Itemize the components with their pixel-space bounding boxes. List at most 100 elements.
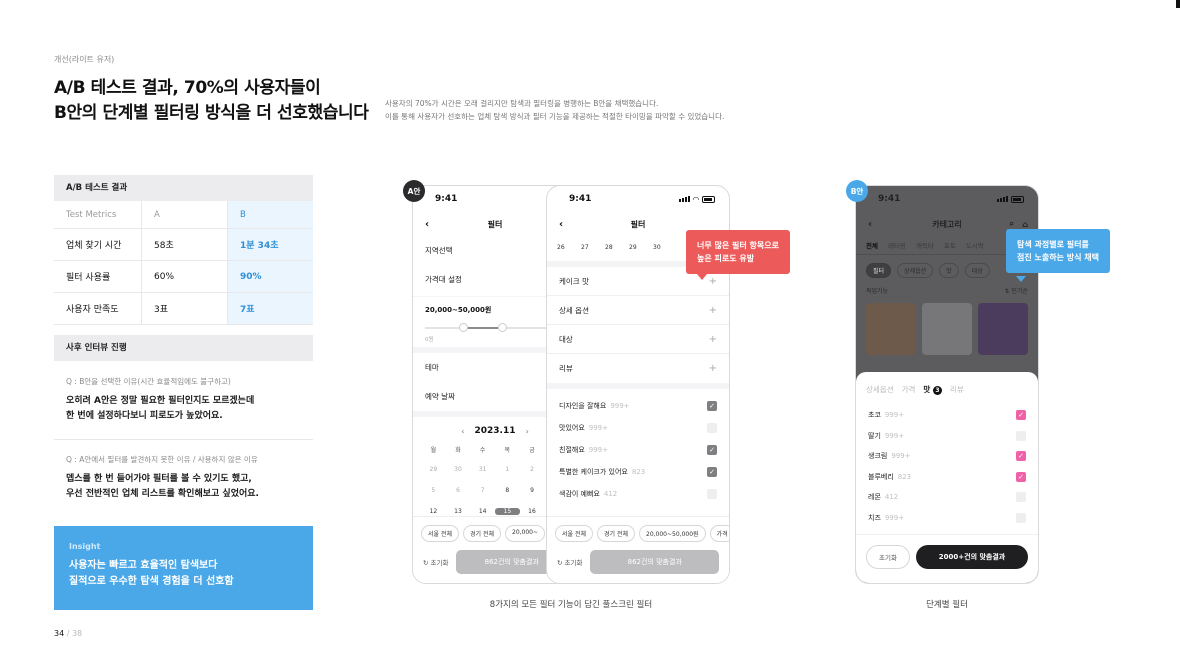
col-a: A xyxy=(141,201,227,228)
chip[interactable]: 상세옵션 xyxy=(897,263,934,278)
page-description: 사용자의 70%가 시간은 오래 걸리지만 탐색과 필터링을 병행하는 B안을 … xyxy=(385,99,725,121)
signal-icon xyxy=(678,196,690,202)
review-option[interactable]: 디자인을 잘해요 999+ ✓ xyxy=(547,395,729,417)
insight-box: Insight 사용자는 빠르고 효율적인 탐색보다 질적으로 우수한 탐색 경… xyxy=(54,526,313,610)
answer-line: 오히려 A안은 정말 필요한 필터인지도 모르겠는데 xyxy=(66,396,255,406)
sheet-tab[interactable]: 리뷰 xyxy=(950,384,964,395)
plus-icon: + xyxy=(708,304,717,316)
chip[interactable]: 서울 전체 xyxy=(555,525,593,542)
chip[interactable]: 대상 xyxy=(964,263,990,278)
tab[interactable]: 전체 xyxy=(866,240,878,250)
search-icon[interactable]: ⌕ xyxy=(1010,219,1014,229)
tab[interactable]: 도시락 xyxy=(966,240,984,250)
results-table: Test Metrics A B 업체 찾기 시간 58초 1분 34초 필터 … xyxy=(54,201,313,325)
insight-line: 질적으로 우수한 탐색 경험을 더 선호함 xyxy=(69,576,234,587)
price-slider[interactable] xyxy=(425,321,565,335)
product-thumb[interactable] xyxy=(866,303,916,355)
table-row: 업체 찾기 시간 58초 1분 34초 xyxy=(54,229,313,261)
flavor-option[interactable]: 생크림 999+ ✓ xyxy=(856,446,1038,467)
b-cell: 90% xyxy=(227,261,313,292)
apply-button[interactable]: 862건의 맞춤결과 xyxy=(590,550,719,574)
nav-title: 카테고리 xyxy=(932,219,962,229)
checkbox[interactable] xyxy=(707,489,717,499)
interview-item: Q : A안에서 필터를 발견하지 못한 이유 / 사용하지 않은 이유 뎁스를… xyxy=(66,454,306,502)
review-option[interactable]: 맛있어요 999+ xyxy=(547,417,729,439)
wifi-icon: ◠ xyxy=(692,194,699,204)
callout-b: 탐색 과정별로 필터를 점진 노출하는 방식 채택 xyxy=(1006,229,1110,273)
question: Q : A안에서 필터를 발견하지 못한 이유 / 사용하지 않은 이유 xyxy=(66,455,258,464)
variant-b-badge: B안 xyxy=(846,180,868,202)
filter-target[interactable]: 대상 + xyxy=(547,325,729,354)
filter-review[interactable]: 리뷰 + xyxy=(547,354,729,383)
flavor-option[interactable]: 블루베리 823 ✓ xyxy=(856,467,1038,488)
divider xyxy=(54,439,313,440)
tab[interactable]: 캐릭터 xyxy=(916,240,934,250)
chip[interactable]: 경기 전체 xyxy=(597,525,635,542)
checkbox[interactable] xyxy=(1016,492,1026,503)
battery-icon xyxy=(1011,195,1024,203)
product-thumb[interactable] xyxy=(978,303,1028,355)
metric-cell: 사용자 만족도 xyxy=(66,305,119,315)
reset-button[interactable]: 초기화 xyxy=(866,545,910,569)
chip[interactable]: 맛 xyxy=(939,263,959,278)
chip[interactable]: 서울 전체 xyxy=(421,525,459,542)
reset-button[interactable]: ↻ 초기화 xyxy=(423,557,448,567)
nav-title: 필터 xyxy=(487,219,503,229)
chip[interactable]: 20,000~ xyxy=(505,525,546,542)
sheet-tab-active[interactable]: 맛 3 xyxy=(923,384,942,395)
prev-month-icon[interactable]: ‹ xyxy=(461,427,464,436)
checkbox[interactable]: ✓ xyxy=(707,445,717,455)
checkbox[interactable] xyxy=(1016,430,1026,441)
sheet-tab[interactable]: 가격 xyxy=(902,384,916,395)
a-cell: 3표 xyxy=(141,293,227,324)
flavor-option[interactable]: 딸기 999+ xyxy=(856,426,1038,447)
status-bar: 9:41 ◠ xyxy=(547,186,729,212)
applied-chips: 서울 전체 경기 전체 20,000~50,000원 가격 xyxy=(547,525,729,542)
chip[interactable]: 경기 전체 xyxy=(463,525,501,542)
back-icon[interactable]: ‹ xyxy=(868,219,872,230)
sort-button[interactable]: ⇅ 인기순 xyxy=(1005,286,1029,295)
plus-icon: + xyxy=(708,275,717,287)
sheet-tab[interactable]: 상세옵션 xyxy=(866,384,894,395)
apply-button[interactable]: 2000+건의 맞춤결과 xyxy=(916,545,1028,569)
cart-icon[interactable]: ⌂ xyxy=(1022,220,1028,229)
callout-b-tail xyxy=(1016,276,1026,282)
next-month-icon[interactable]: › xyxy=(526,427,529,436)
slider-handle[interactable] xyxy=(458,323,468,332)
review-option[interactable]: 색감이 예뻐요 412 xyxy=(547,483,729,505)
filter-options[interactable]: 상세 옵션 + xyxy=(547,296,729,325)
back-icon[interactable]: ‹ xyxy=(559,219,563,230)
pickup-toggle[interactable]: 픽업가능 xyxy=(866,286,888,295)
chip[interactable]: 20,000~50,000원 xyxy=(639,525,706,542)
reset-button[interactable]: ↻ 초기화 xyxy=(557,557,582,567)
col-metrics: Test Metrics xyxy=(66,209,117,220)
checkbox[interactable] xyxy=(707,423,717,433)
checkbox[interactable]: ✓ xyxy=(1016,410,1026,421)
review-option[interactable]: 친절해요 999+ ✓ xyxy=(547,439,729,461)
checkbox[interactable]: ✓ xyxy=(707,467,717,477)
review-option[interactable]: 특별한 케이크가 있어요 823 ✓ xyxy=(547,461,729,483)
variant-a-badge: A안 xyxy=(403,180,425,202)
back-icon[interactable]: ‹ xyxy=(425,219,429,230)
checkbox[interactable]: ✓ xyxy=(1016,451,1026,462)
product-thumb[interactable] xyxy=(922,303,972,355)
b-cell: 7표 xyxy=(227,293,313,324)
corner-mark xyxy=(1176,0,1180,8)
table-row: 사용자 만족도 3표 7표 xyxy=(54,293,313,325)
metric-cell: 업체 찾기 시간 xyxy=(66,241,122,251)
flavor-option[interactable]: 레몬 412 xyxy=(856,487,1038,508)
checkbox[interactable]: ✓ xyxy=(707,401,717,411)
metric-cell: 필터 사용률 xyxy=(66,273,111,283)
checkbox[interactable] xyxy=(1016,512,1026,523)
battery-icon xyxy=(702,195,715,203)
flavor-option[interactable]: 치즈 999+ xyxy=(856,508,1038,529)
tab[interactable]: 포토 xyxy=(944,240,956,250)
caption-b: 단계별 필터 xyxy=(926,600,968,610)
chip[interactable]: 필터 xyxy=(866,263,892,278)
flavor-option[interactable]: 초코 999+ ✓ xyxy=(856,405,1038,426)
tab[interactable]: 레터링 xyxy=(888,240,906,250)
chip[interactable]: 가격 xyxy=(709,525,729,542)
slider-handle[interactable] xyxy=(497,323,507,332)
bottom-sheet: 상세옵션 가격 맛 3 리뷰 초코 999+ ✓ 딸기 999+ 생크림 999+ ✓ 블… xyxy=(856,372,1038,583)
checkbox[interactable]: ✓ xyxy=(1016,471,1026,482)
